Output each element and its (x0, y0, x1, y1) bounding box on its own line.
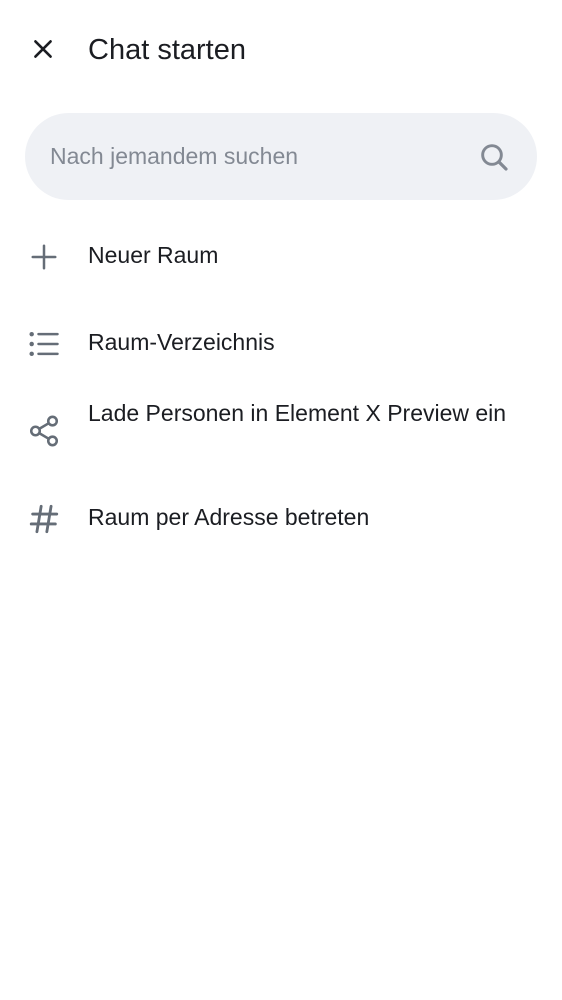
menu-item-invite-people[interactable]: Lade Personen in Element X Preview ein (0, 395, 562, 469)
close-icon (34, 40, 52, 58)
search-input[interactable] (25, 113, 537, 200)
search-bar[interactable] (25, 113, 537, 200)
menu-item-label: Neuer Raum (88, 242, 219, 268)
search-icon (481, 144, 508, 171)
menu-item-label: Raum per Adresse betreten (88, 504, 370, 530)
menu-item-label: Raum-Verzeichnis (88, 329, 275, 355)
menu-item-join-by-address[interactable]: Raum per Adresse betreten (0, 488, 562, 550)
menu-item-label: Lade Personen in Element X Preview ein (88, 400, 507, 426)
top-app-bar: Chat starten (0, 0, 562, 100)
menu-item-new-room[interactable]: Neuer Raum (0, 226, 562, 288)
hashtag-icon (25, 500, 63, 538)
plus-icon (25, 238, 63, 276)
share-icon (25, 412, 63, 450)
menu-item-room-directory[interactable]: Raum-Verzeichnis (0, 313, 562, 375)
page-title: Chat starten (88, 34, 246, 66)
list-icon (25, 325, 63, 363)
close-button[interactable] (20, 26, 66, 72)
